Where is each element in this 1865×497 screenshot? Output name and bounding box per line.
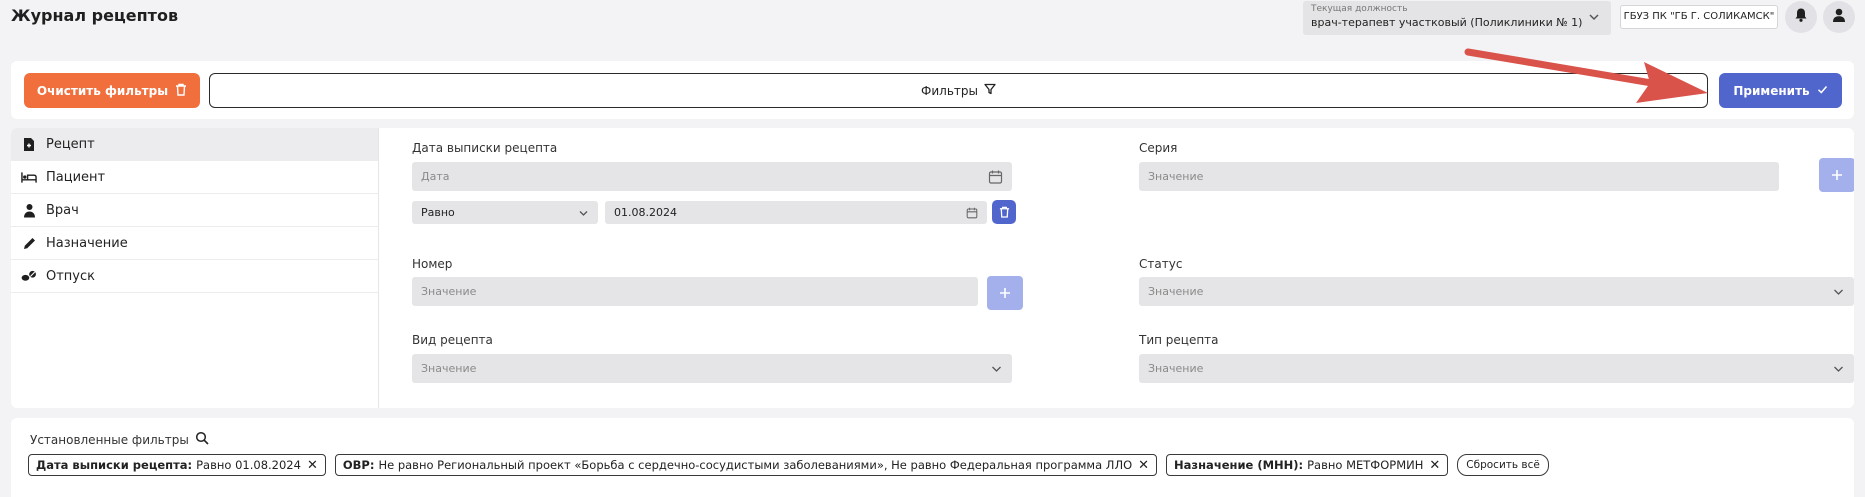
check-icon [1817, 84, 1828, 98]
filter-editor-panel: Рецепт Пациент Врач Назначение Отпуск Да… [11, 128, 1854, 408]
number-label: Номер [412, 257, 453, 271]
filters-label: Фильтры [921, 83, 978, 98]
sidebar-item-label: Рецепт [46, 136, 95, 152]
status-placeholder: Значение [1148, 285, 1204, 298]
search-icon[interactable] [195, 431, 209, 448]
user-profile-button[interactable] [1823, 1, 1855, 33]
filter-chip-ovr: ОВР: Не равно Региональный проект «Борьб… [334, 454, 1158, 476]
chevron-down-icon [990, 362, 1003, 375]
series-placeholder: Значение [1148, 170, 1204, 183]
chip-name: Дата выписки рецепта: [36, 458, 193, 472]
applied-filters-title-text: Установленные фильтры [30, 432, 189, 447]
calendar-icon [966, 207, 978, 219]
chevron-down-icon [1832, 362, 1845, 375]
issue-date-operator-value: Равно [421, 206, 455, 219]
chevron-down-icon [1587, 9, 1601, 28]
clear-filters-label: Очистить фильтры [36, 83, 169, 98]
filters-toggle-button[interactable]: Фильтры [209, 73, 1708, 108]
sidebar-item-doctor[interactable]: Врач [11, 194, 378, 227]
sidebar-item-recipe[interactable]: Рецепт [11, 128, 378, 161]
issue-date-operator-select[interactable]: Равно [412, 201, 598, 224]
recipe-kind-placeholder: Значение [421, 362, 477, 375]
user-icon [1831, 7, 1847, 27]
recipe-type-placeholder: Значение [1148, 362, 1204, 375]
sidebar-item-dispense[interactable]: Отпуск [11, 260, 378, 293]
chip-value: Равно МЕТФОРМИН [1307, 458, 1424, 472]
number-input[interactable]: Значение [412, 277, 978, 306]
reset-all-button[interactable]: Сбросить всё [1457, 454, 1549, 476]
position-select[interactable]: Текущая должность врач-терапевт участков… [1303, 1, 1611, 35]
applied-filters-panel: Установленные фильтры Дата выписки рецеп… [11, 418, 1854, 497]
sidebar-item-label: Назначение [46, 235, 128, 251]
close-icon[interactable]: ✕ [1429, 458, 1440, 473]
position-caption: Текущая должность [1311, 4, 1408, 14]
chip-value: Равно 01.08.2024 [196, 458, 301, 472]
plus-icon [1831, 166, 1843, 185]
status-select[interactable]: Значение [1139, 277, 1854, 306]
organization-badge[interactable]: ГБУЗ ПК "ГБ Г. СОЛИКАМСК" [1620, 5, 1778, 29]
calendar-icon [988, 169, 1003, 184]
issue-date-value: 01.08.2024 [614, 206, 677, 219]
patient-bed-icon [21, 169, 37, 185]
plus-icon [999, 284, 1011, 303]
filter-category-sidebar: Рецепт Пациент Врач Назначение Отпуск [11, 128, 379, 408]
chip-name: Назначение (МНН): [1174, 458, 1304, 472]
pills-icon [21, 268, 37, 284]
filter-bar: Очистить фильтры Фильтры Применить [11, 61, 1854, 119]
sidebar-item-label: Врач [46, 202, 79, 218]
position-value: врач-терапевт участковый (Поликлиники № … [1311, 16, 1583, 29]
recipe-kind-label: Вид рецепта [412, 333, 493, 347]
doctor-icon [21, 202, 37, 218]
issue-date-value-input[interactable]: 01.08.2024 [605, 201, 987, 224]
sidebar-item-label: Отпуск [46, 268, 95, 284]
document-icon [21, 136, 37, 152]
trash-icon [175, 83, 187, 99]
number-placeholder: Значение [421, 285, 477, 298]
series-input[interactable]: Значение [1139, 162, 1779, 191]
issue-date-input[interactable]: Дата [412, 162, 1012, 191]
applied-filter-chips: Дата выписки рецепта: Равно 01.08.2024 ✕… [28, 454, 1549, 476]
filter-chip-issue-date: Дата выписки рецепта: Равно 01.08.2024 ✕ [28, 454, 326, 476]
close-icon[interactable]: ✕ [1138, 458, 1149, 473]
apply-label: Применить [1733, 83, 1810, 98]
clear-filters-button[interactable]: Очистить фильтры [24, 73, 200, 108]
remove-date-condition-button[interactable] [992, 200, 1016, 224]
close-icon[interactable]: ✕ [307, 458, 318, 473]
apply-button[interactable]: Применить [1719, 73, 1842, 108]
recipe-kind-select[interactable]: Значение [412, 354, 1012, 383]
sidebar-item-patient[interactable]: Пациент [11, 161, 378, 194]
filter-form: Дата выписки рецепта Дата Равно 01.08.20… [380, 128, 1854, 408]
page-title: Журнал рецептов [11, 6, 179, 25]
applied-filters-title: Установленные фильтры [30, 431, 209, 448]
series-label: Серия [1139, 141, 1178, 155]
funnel-icon [984, 83, 996, 98]
recipe-type-label: Тип рецепта [1139, 333, 1219, 347]
bell-icon [1793, 7, 1809, 27]
pencil-icon [21, 235, 37, 251]
top-header: Журнал рецептов Текущая должность врач-т… [0, 0, 1865, 44]
sidebar-item-prescription[interactable]: Назначение [11, 227, 378, 260]
add-series-button[interactable] [1819, 158, 1854, 192]
recipe-type-select[interactable]: Значение [1139, 354, 1854, 383]
status-label: Статус [1139, 257, 1183, 271]
trash-icon [999, 203, 1010, 222]
chevron-down-icon [578, 207, 589, 218]
issue-date-placeholder: Дата [421, 170, 450, 183]
sidebar-item-label: Пациент [46, 169, 106, 185]
add-number-button[interactable] [987, 276, 1023, 310]
chip-name: ОВР: [342, 458, 375, 472]
filter-chip-prescription-inn: Назначение (МНН): Равно МЕТФОРМИН ✕ [1166, 454, 1449, 476]
chevron-down-icon [1832, 285, 1845, 298]
chip-value: Не равно Региональный проект «Борьба с с… [378, 458, 1133, 472]
issue-date-label: Дата выписки рецепта [412, 141, 558, 155]
notifications-button[interactable] [1785, 1, 1817, 33]
